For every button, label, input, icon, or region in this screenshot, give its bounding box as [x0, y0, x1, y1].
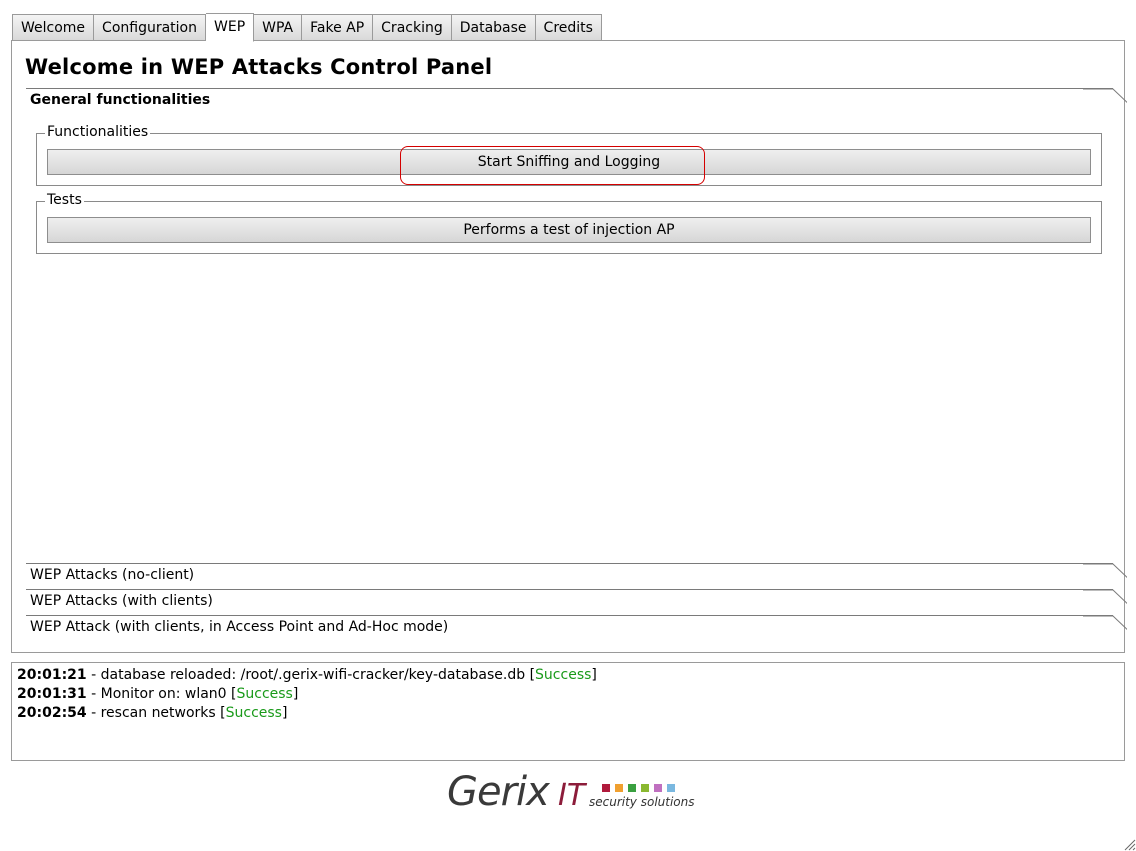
logo-suffix: IT [558, 778, 586, 813]
tab-credits[interactable]: Credits [535, 14, 602, 41]
log-entry: 20:02:54 - rescan networks [Success] [17, 704, 1119, 723]
logo-square [602, 784, 610, 792]
section-label: WEP Attacks (no-client) [30, 567, 195, 583]
logo-squares [602, 784, 680, 792]
log-time: 20:01:31 [17, 686, 87, 702]
tab-wep[interactable]: WEP [206, 13, 255, 42]
log-message: - database reloaded: /root/.gerix-wifi-c… [86, 667, 536, 683]
log-close: ] [292, 686, 299, 702]
tests-legend: Tests [45, 192, 84, 208]
log-message: - rescan networks [ [86, 705, 226, 721]
section-corner-icon [1083, 563, 1127, 579]
logo-tagline: security solutions [589, 795, 695, 809]
logo-square [628, 784, 636, 792]
start-sniffing-button[interactable]: Start Sniffing and Logging [47, 149, 1091, 175]
logo-name: Gerix [447, 769, 550, 815]
resize-grip-icon[interactable] [1122, 837, 1136, 851]
log-console[interactable]: 20:01:21 - database reloaded: /root/.ger… [11, 662, 1125, 761]
tests-group: Tests Performs a test of injection AP [36, 192, 1102, 254]
tab-bar: Welcome Configuration WEP WPA Fake AP Cr… [12, 13, 602, 42]
tab-database[interactable]: Database [451, 14, 536, 41]
functionalities-legend: Functionalities [45, 124, 151, 140]
log-status: Success [225, 705, 282, 721]
injection-test-button[interactable]: Performs a test of injection AP [47, 217, 1091, 243]
log-close: ] [591, 667, 597, 683]
log-message: - Monitor on: wlan0 [ [86, 686, 237, 702]
tab-fake-ap[interactable]: Fake AP [302, 14, 374, 41]
tab-wpa[interactable]: WPA [254, 14, 303, 41]
log-entry: 20:01:31 - Monitor on: wlan0 [Success] [17, 685, 1119, 704]
section-corner-icon [1083, 589, 1127, 605]
functionalities-group: Functionalities Start Sniffing and Loggi… [36, 124, 1102, 186]
tab-cracking[interactable]: Cracking [373, 14, 452, 41]
wep-panel: Welcome in WEP Attacks Control Panel Gen… [11, 40, 1127, 653]
log-status: Success [236, 686, 293, 702]
section-wep-with-clients[interactable]: WEP Attacks (with clients) [26, 589, 1127, 613]
section-general-label: General functionalities [30, 92, 211, 108]
logo-square [654, 784, 662, 792]
log-close: ] [281, 705, 288, 721]
page-title: Welcome in WEP Attacks Control Panel [25, 55, 493, 79]
tab-configuration[interactable]: Configuration [94, 14, 206, 41]
logo-square [641, 784, 649, 792]
log-time: 20:02:54 [17, 705, 87, 721]
section-corner-icon [1083, 88, 1127, 104]
tab-welcome[interactable]: Welcome [12, 14, 95, 41]
section-wep-no-client[interactable]: WEP Attacks (no-client) [26, 563, 1127, 587]
logo-square [667, 784, 675, 792]
log-status: Success [535, 667, 592, 683]
section-corner-icon [1083, 615, 1127, 631]
log-time: 20:01:21 [17, 667, 87, 683]
gerix-logo: Gerix IT security solutions [447, 769, 695, 816]
section-wep-adhoc[interactable]: WEP Attack (with clients, in Access Poin… [26, 615, 1127, 639]
logo-square [615, 784, 623, 792]
section-label: WEP Attack (with clients, in Access Poin… [30, 619, 449, 635]
section-label: WEP Attacks (with clients) [30, 593, 213, 609]
log-entry: 20:01:21 - database reloaded: /root/.ger… [17, 666, 1119, 685]
section-general-functionalities[interactable]: General functionalities [26, 88, 1127, 112]
